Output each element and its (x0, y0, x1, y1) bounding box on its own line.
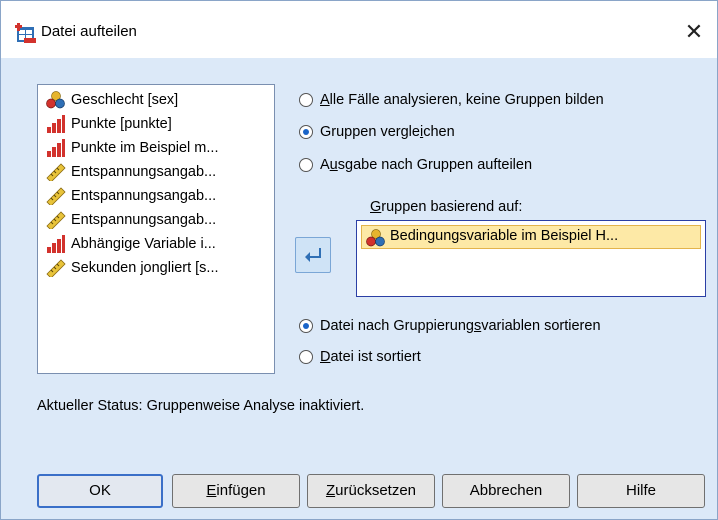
ok-button[interactable]: OK (37, 474, 163, 508)
variable-label: Entspannungsangab... (71, 212, 217, 228)
ordinal-ruler-icon (46, 259, 66, 277)
radio-label: Alle Fälle analysieren, keine Gruppen bi… (320, 92, 604, 108)
radio-label: Datei nach Gruppierungsvariablen sortier… (320, 318, 601, 334)
radio-indicator (299, 93, 313, 107)
radio-label: Gruppen vergleichen (320, 124, 455, 140)
groups-based-on-label: Gruppen basierend auf: (370, 199, 523, 215)
nominal-icon (46, 91, 65, 109)
radio-indicator (299, 158, 313, 172)
variable-list[interactable]: Geschlecht [sex] Punkte [punkte] Punkte … (37, 84, 275, 374)
scale-icon (47, 115, 65, 133)
arrow-left-icon (305, 248, 321, 262)
reset-button[interactable]: Zurücksetzen (307, 474, 435, 508)
scale-icon (47, 139, 65, 157)
groups-based-on-list[interactable]: Bedingungsvariable im Beispiel H... (356, 220, 706, 297)
list-item[interactable]: Bedingungsvariable im Beispiel H... (361, 225, 701, 249)
move-variable-button[interactable] (295, 237, 331, 273)
radio-label: Ausgabe nach Gruppen aufteilen (320, 157, 533, 173)
scale-icon (47, 235, 65, 253)
radio-indicator-selected (299, 125, 313, 139)
ordinal-ruler-icon (46, 187, 66, 205)
radio-indicator-selected (299, 319, 313, 333)
variable-label: Punkte im Beispiel m... (71, 140, 219, 156)
variable-label: Sekunden jongliert [s... (71, 260, 219, 276)
ordinal-ruler-icon (46, 163, 66, 181)
variable-label: Entspannungsangab... (71, 164, 217, 180)
nominal-icon (366, 229, 385, 247)
close-icon[interactable]: ✕ (677, 15, 711, 49)
ordinal-ruler-icon (46, 211, 66, 229)
radio-indicator (299, 350, 313, 364)
variable-label: Punkte [punkte] (71, 116, 172, 132)
dialog-title: Datei aufteilen (41, 23, 137, 40)
split-file-icon (15, 23, 36, 43)
split-file-dialog: Datei aufteilen ✕ Geschlecht [sex] Punkt… (0, 0, 718, 520)
paste-button[interactable]: Einfügen (172, 474, 300, 508)
radio-label: Datei ist sortiert (320, 349, 421, 365)
variable-label: Geschlecht [sex] (71, 92, 179, 108)
variable-label: Abhängige Variable i... (71, 236, 216, 252)
variable-label: Entspannungsangab... (71, 188, 217, 204)
help-button[interactable]: Hilfe (577, 474, 705, 508)
status-text: Aktueller Status: Gruppenweise Analyse i… (37, 398, 365, 414)
title-bar: Datei aufteilen ✕ (1, 1, 717, 58)
cancel-button[interactable]: Abbrechen (442, 474, 570, 508)
group-variable-label: Bedingungsvariable im Beispiel H... (390, 228, 619, 244)
